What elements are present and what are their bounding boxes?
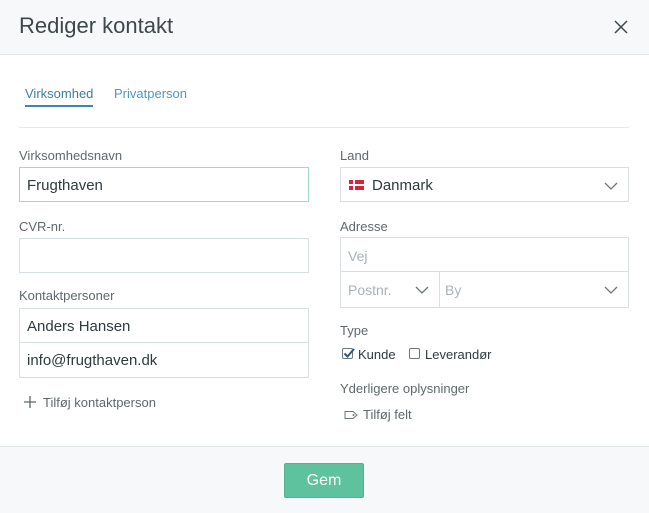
leverandor-checkbox[interactable]	[409, 348, 420, 359]
country-label: Land	[340, 148, 369, 163]
company-name-field[interactable]: Frugthaven	[19, 167, 309, 202]
contact-name-value: Anders Hansen	[27, 318, 131, 335]
city-placeholder: By	[445, 282, 462, 298]
dialog-title: Rediger kontakt	[19, 13, 174, 38]
dialog-footer: Gem	[0, 446, 649, 513]
company-name-label: Virksomhedsnavn	[19, 148, 123, 163]
kunde-label: Kunde	[358, 347, 396, 362]
contacts-label: Kontaktpersoner	[19, 288, 115, 303]
postal-placeholder: Postnr.	[348, 282, 392, 298]
city-select[interactable]: By	[440, 272, 628, 307]
tabs-divider	[19, 127, 629, 128]
address-label: Adresse	[340, 219, 388, 234]
postal-city-row: Postnr. By	[340, 271, 629, 308]
company-name-value: Frugthaven	[27, 177, 103, 194]
contact-name-field[interactable]: Anders Hansen	[19, 308, 309, 343]
country-select[interactable]: Danmark	[340, 167, 629, 202]
cvr-field[interactable]	[19, 238, 309, 273]
add-field-label: Tilføj felt	[363, 407, 412, 422]
denmark-flag-icon	[349, 180, 364, 190]
postal-select[interactable]: Postnr.	[341, 272, 439, 307]
leverandor-label: Leverandør	[425, 347, 492, 362]
street-input[interactable]: Vej	[340, 237, 629, 272]
dialog-header: Rediger kontakt	[0, 0, 649, 55]
plus-icon	[24, 396, 36, 408]
chevron-down-icon	[415, 286, 429, 294]
street-placeholder: Vej	[348, 248, 368, 264]
checkmark-icon	[343, 348, 355, 358]
country-value: Danmark	[372, 177, 433, 194]
tab-virksomhed[interactable]: Virksomhed	[25, 86, 94, 107]
extra-info-label: Yderligere oplysninger	[340, 381, 470, 396]
save-button[interactable]: Gem	[284, 463, 364, 498]
contact-email-field[interactable]: info@frugthaven.dk	[19, 342, 309, 378]
add-contact-label: Tilføj kontaktperson	[43, 395, 156, 410]
type-label: Type	[340, 323, 369, 338]
chevron-down-icon	[604, 286, 618, 294]
chevron-down-icon	[604, 182, 618, 190]
kunde-checkbox[interactable]	[342, 348, 355, 359]
close-icon[interactable]	[609, 15, 633, 39]
contact-email-value: info@frugthaven.dk	[27, 352, 158, 369]
cvr-label: CVR-nr.	[19, 219, 66, 234]
tag-icon	[344, 411, 358, 419]
tab-privatperson[interactable]: Privatperson	[114, 86, 187, 101]
